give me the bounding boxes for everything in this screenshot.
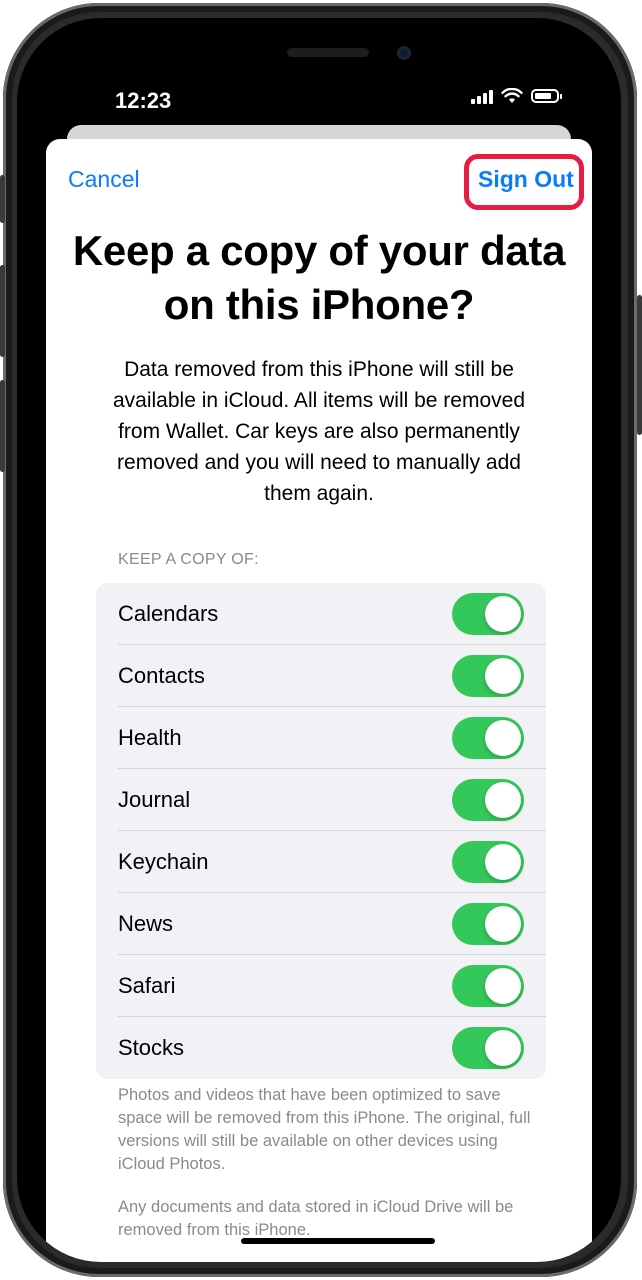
toggle-knob — [485, 782, 521, 818]
status-time: 12:23 — [115, 88, 172, 113]
list-item-keychain: Keychain — [96, 831, 546, 893]
list-item-label: Contacts — [118, 663, 205, 688]
list-item-journal: Journal — [96, 769, 546, 831]
list-item-label: Health — [118, 725, 182, 750]
health-toggle[interactable] — [452, 717, 524, 759]
list-item-label: News — [118, 911, 174, 936]
stocks-toggle[interactable] — [452, 1027, 524, 1069]
toggle-knob — [485, 968, 521, 1004]
journal-toggle[interactable] — [452, 779, 524, 821]
keep-copy-list: Calendars Contacts Health Journal Keycha — [96, 583, 546, 1079]
sign-out-sheet: Cancel Sign Out Keep a copy of your data… — [46, 139, 592, 1262]
list-item-label: Safari — [118, 973, 176, 998]
toggle-knob — [485, 596, 521, 632]
icloud-drive-footer-text: Any documents and data stored in iCloud … — [118, 1198, 514, 1239]
volume-up-button — [0, 265, 5, 357]
toggle-knob — [485, 844, 521, 880]
battery-icon — [531, 89, 562, 103]
section-header: KEEP A COPY OF: — [118, 551, 259, 568]
toggle-knob — [485, 658, 521, 694]
safari-toggle[interactable] — [452, 965, 524, 1007]
contacts-toggle[interactable] — [452, 655, 524, 697]
silent-switch — [0, 175, 5, 223]
power-button — [637, 295, 642, 435]
cellular-signal-icon — [471, 88, 493, 104]
list-item-label: Journal — [118, 787, 191, 812]
calendars-toggle[interactable] — [452, 593, 524, 635]
toggle-knob — [485, 906, 521, 942]
front-camera — [397, 46, 411, 60]
news-toggle[interactable] — [452, 903, 524, 945]
notch — [189, 18, 449, 74]
screen: 12:23 Cancel Sign Out Keep a copy of you… — [17, 18, 621, 1262]
wifi-icon — [501, 88, 523, 103]
page-title: Keep a copy of your data on this iPhone? — [72, 227, 566, 328]
sign-out-button[interactable]: Sign Out — [478, 166, 574, 193]
list-item-label: Calendars — [118, 601, 219, 626]
description-text: Data removed from this iPhone will still… — [112, 358, 526, 505]
toggle-knob — [485, 1030, 521, 1066]
photos-footer-text: Photos and videos that have been optimiz… — [118, 1086, 531, 1173]
home-indicator[interactable] — [241, 1238, 435, 1244]
list-item-stocks: Stocks — [96, 1017, 546, 1079]
list-item-safari: Safari — [96, 955, 546, 1017]
list-item-label: Keychain — [118, 849, 209, 874]
keychain-toggle[interactable] — [452, 841, 524, 883]
list-item-contacts: Contacts — [96, 645, 546, 707]
list-item-label: Stocks — [118, 1035, 185, 1060]
list-item-calendars: Calendars — [96, 583, 546, 645]
cancel-button[interactable]: Cancel — [68, 166, 140, 193]
list-item-news: News — [96, 893, 546, 955]
status-icons — [471, 88, 562, 104]
list-item-health: Health — [96, 707, 546, 769]
speaker — [287, 48, 369, 57]
toggle-knob — [485, 720, 521, 756]
volume-down-button — [0, 380, 5, 472]
